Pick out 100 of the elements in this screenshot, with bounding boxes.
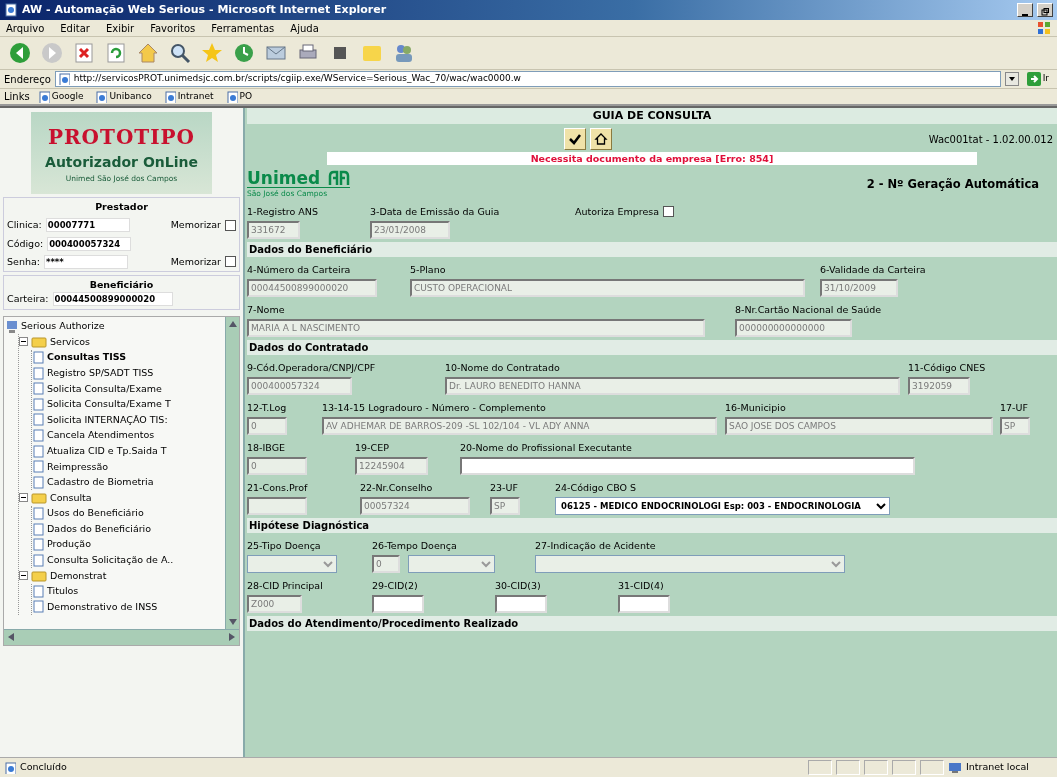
tree-item[interactable]: Solicita Consulta/Exame T xyxy=(47,397,171,412)
tree-item[interactable]: Produção xyxy=(47,537,91,552)
section-header: Dados do Beneficiário xyxy=(247,242,1057,258)
arrow-icon xyxy=(1026,72,1041,86)
back-icon[interactable] xyxy=(8,41,32,65)
menu-item[interactable]: Ferramentas xyxy=(211,20,275,36)
refresh-icon[interactable] xyxy=(104,41,128,65)
tree-item[interactable]: Servicos xyxy=(50,334,91,349)
link-button[interactable]: Intranet xyxy=(159,89,218,104)
logo-name: Unimed xyxy=(247,169,321,187)
tree-item[interactable]: Demonstrat xyxy=(50,568,107,583)
field-label: 24-Código CBO S xyxy=(555,481,637,495)
field-label: 3-Data de Emissão da Guia xyxy=(370,205,501,219)
page-icon xyxy=(32,382,44,396)
folder-icon xyxy=(31,569,47,583)
field-label: 19-CEP xyxy=(355,441,390,455)
expander-icon[interactable] xyxy=(19,571,28,581)
expander-icon[interactable] xyxy=(19,493,28,503)
status-panel xyxy=(891,760,916,775)
tree-item[interactable]: Titulos xyxy=(47,584,79,599)
search-icon[interactable] xyxy=(168,41,192,65)
input-field[interactable] xyxy=(372,595,424,614)
field-label: 22-Nr.Conselho xyxy=(360,481,434,495)
page-icon xyxy=(32,475,44,489)
page-icon xyxy=(32,600,44,614)
field-label: 28-CID Principal xyxy=(247,579,324,593)
link-button[interactable]: Unibanco xyxy=(91,89,156,104)
restore-icon xyxy=(1041,8,1049,16)
menu-item[interactable]: Exibir xyxy=(105,20,135,36)
expander-icon[interactable] xyxy=(19,337,28,347)
tree-item[interactable]: Atualiza CID e Tp.Saida T xyxy=(47,443,167,459)
page-icon xyxy=(32,397,44,411)
tree-item[interactable]: Consulta Solicitação de A.. xyxy=(47,553,174,568)
checkbox[interactable] xyxy=(663,206,675,218)
tree-item[interactable]: Registro SP/SADT TISS xyxy=(47,365,154,381)
input-field[interactable]: 000400057324 xyxy=(47,236,132,251)
page-icon xyxy=(32,413,44,427)
section-header: Dados do Contratado xyxy=(247,340,1057,356)
tree-item[interactable]: Cadastro de Biometria xyxy=(47,475,154,490)
checkbox[interactable] xyxy=(225,219,236,231)
page-icon xyxy=(32,553,44,567)
checkbox-label: Autoriza Empresa xyxy=(575,205,660,219)
star-icon[interactable] xyxy=(200,41,224,65)
field-label: 7-Nome xyxy=(247,303,286,317)
go-button[interactable]: Ir xyxy=(1022,72,1053,86)
checkbox[interactable] xyxy=(225,256,236,268)
field-label: 10-Nome do Contratado xyxy=(445,361,561,375)
field-label: Código: xyxy=(7,236,44,251)
field-label: 12-T.Log xyxy=(247,401,288,415)
page-icon xyxy=(95,90,108,103)
link-button[interactable]: PO xyxy=(221,89,257,104)
window-title: AW - Automação Web Serious - Microsoft Internet Explorer xyxy=(22,1,388,18)
home-icon[interactable] xyxy=(136,41,160,65)
address-field[interactable]: http://servicosPROT.unimedsjc.com.br/scripts/cgiip.exe/WService=Serious_Wac_70/wac/wac0000.w xyxy=(54,71,1001,87)
input-field[interactable] xyxy=(495,595,547,614)
tree-item[interactable]: Demonstrativo de INSS xyxy=(47,599,158,615)
links-label: Links xyxy=(4,90,30,104)
menu-item[interactable]: Editar xyxy=(60,20,90,36)
flag-icon xyxy=(1037,21,1051,35)
confirm-button[interactable] xyxy=(563,128,586,150)
tree-item[interactable]: Reimpressão xyxy=(47,459,109,474)
tree-item[interactable]: Cancela Atendimentos xyxy=(47,428,155,443)
menu-item[interactable]: Ajuda xyxy=(290,20,319,36)
maximize-button[interactable] xyxy=(1037,3,1053,17)
menu-item[interactable]: Favoritos xyxy=(150,20,196,36)
input-field[interactable]: 00007771 xyxy=(45,218,130,233)
tree-item[interactable]: Consultas TISS xyxy=(47,350,127,365)
tree-item[interactable]: Usos do Beneficiário xyxy=(47,506,144,521)
folder-icon xyxy=(31,491,47,505)
field-label: 1-Registro ANS xyxy=(247,205,319,219)
home-button[interactable] xyxy=(589,128,612,150)
page-title: GUIA DE CONSULTA xyxy=(247,108,1057,124)
stop-icon[interactable] xyxy=(72,41,96,65)
tree-item[interactable]: Solicita INTERNAÇÃO TIS: xyxy=(47,412,168,427)
status-panel xyxy=(807,760,832,775)
input-field[interactable] xyxy=(618,595,670,614)
minimize-button[interactable] xyxy=(1017,3,1033,17)
select-field[interactable]: 06125 - MEDICO ENDOCRINOLOGI Esp: 003 - ENDOCRINOLOGIA xyxy=(555,497,890,516)
dropdown-icon[interactable] xyxy=(1004,72,1019,86)
section-header: Dados do Atendimento/Procedimento Realizado xyxy=(247,616,1057,632)
menu-item[interactable]: Arquivo xyxy=(6,20,45,36)
scrollbar[interactable] xyxy=(225,316,239,629)
panel-title: Prestador xyxy=(94,200,149,214)
tree-item[interactable]: Solicita Consulta/Exame xyxy=(47,381,162,396)
input-field[interactable] xyxy=(460,457,915,476)
logo-title: PROTOTIPO xyxy=(47,123,196,151)
field-label: 20-Nome do Profissional Executante xyxy=(460,441,633,455)
tree-item[interactable]: Consulta xyxy=(50,490,92,505)
input-field[interactable]: 00044500899000020 xyxy=(52,292,173,307)
link-button[interactable]: Google xyxy=(33,89,88,104)
history-icon[interactable] xyxy=(232,41,256,65)
page-icon xyxy=(32,506,44,520)
field-label: Senha: xyxy=(7,254,40,269)
tree-item[interactable]: Serious Authorize xyxy=(21,319,105,334)
input-field[interactable]: **** xyxy=(43,254,128,269)
field-label: 31-CID(4) xyxy=(618,579,665,593)
tree-item[interactable]: Dados do Beneficiário xyxy=(47,521,152,537)
field-label: 8-Nr.Cartão Nacional de Saúde xyxy=(735,303,883,317)
field-label: 29-CID(2) xyxy=(372,579,419,593)
page-icon xyxy=(32,366,44,380)
